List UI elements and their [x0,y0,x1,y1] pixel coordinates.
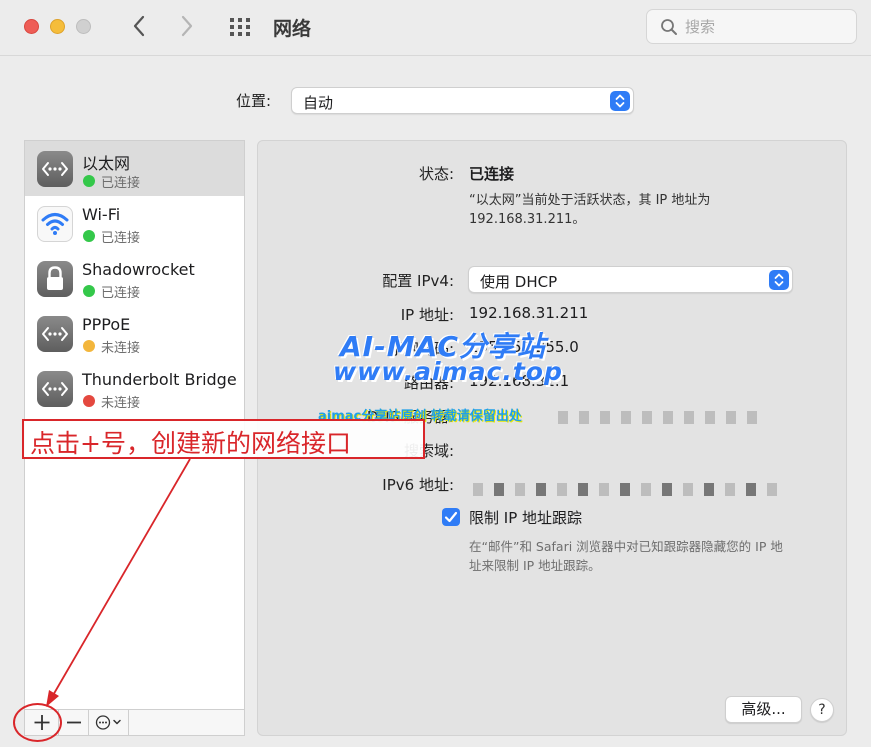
chevron-right-icon [181,15,193,37]
chevron-left-icon [133,15,145,37]
window-title: 网络 [273,18,312,40]
status-dot [83,340,95,352]
ipv6-address-label: IPv6 地址: [382,476,454,494]
service-item-thunderbolt-bridge[interactable]: Thunderbolt Bridge 未连接 [25,361,244,416]
status-dot [83,285,95,297]
advanced-button[interactable]: 高级... [725,696,802,723]
chevron-up-down-icon [774,273,784,287]
service-name: 以太网 [82,154,131,173]
close-window-button[interactable] [24,19,39,34]
service-name: PPPoE [82,315,131,334]
ethernet-icon [37,151,73,187]
service-name: Wi-Fi [82,205,121,224]
search-field[interactable] [646,9,857,44]
service-item-ethernet[interactable]: 以太网 已连接 [25,141,244,196]
status-dot [83,175,95,187]
configure-ipv4-label: 配置 IPv4: [382,272,454,290]
service-name: Thunderbolt Bridge [82,370,237,389]
service-item-wifi[interactable]: Wi-Fi 已连接 [25,196,244,251]
annotation-text: 点击+号，创建新的网络接口 [30,429,351,458]
location-value: 自动 [303,94,334,112]
location-stepper [610,91,630,111]
back-button[interactable] [127,12,153,40]
service-status: 已连接 [101,286,141,301]
help-button[interactable]: ? [810,698,834,722]
zoom-window-button[interactable] [76,19,91,34]
service-item-pppoe[interactable]: PPPoE 未连接 [25,306,244,361]
limit-ip-tracking-label: 限制 IP 地址跟踪 [469,509,583,527]
dns-server-redacted [558,409,768,424]
forward-button[interactable] [173,12,199,40]
status-dot [83,395,95,407]
show-all-button[interactable] [228,16,254,38]
action-menu-button[interactable] [89,710,129,735]
wifi-icon [37,206,73,242]
status-dot [83,230,95,242]
service-status: 未连接 [101,396,141,411]
search-input[interactable] [685,16,845,38]
service-item-shadowrocket[interactable]: Shadowrocket 已连接 [25,251,244,306]
service-status: 已连接 [101,231,141,246]
status-value: 已连接 [469,165,515,183]
grid-icon [230,18,250,36]
status-description: “以太网”当前处于活跃状态，其 IP 地址为 192.168.31.211。 [469,193,711,227]
service-status: 已连接 [101,176,141,191]
checkmark-icon [444,511,458,523]
watermark-url: www.aimac.top [333,357,563,386]
chevron-up-down-icon [615,94,625,108]
configure-ipv4-select[interactable]: 使用 DHCP [468,266,793,293]
service-status: 未连接 [101,341,141,356]
ip-address-value: 192.168.31.211 [469,304,589,322]
limit-ip-tracking-description: 在“邮件”和 Safari 浏览器中对已知跟踪器隐藏您的 IP 地 址来限制 I… [469,539,783,573]
location-label: 位置: [236,92,272,110]
limit-ip-tracking-checkbox[interactable] [442,508,460,526]
service-name: Shadowrocket [82,260,195,279]
ip-address-label: IP 地址: [400,306,454,324]
annotation-circle [13,703,62,742]
ethernet-icon [37,316,73,352]
search-icon [661,19,677,35]
title-bar: 网络 [0,0,871,56]
minimize-window-button[interactable] [50,19,65,34]
status-label: 状态: [418,165,454,183]
configure-ipv4-value: 使用 DHCP [480,273,558,291]
annotation-callout: 点击+号，创建新的网络接口 [22,419,425,459]
ipv4-stepper [769,270,789,290]
ethernet-icon [37,371,73,407]
minus-icon [67,721,81,724]
remove-service-button[interactable] [59,710,89,735]
ellipsis-circle-icon [95,715,121,730]
lock-icon [37,261,73,297]
ipv6-address-redacted [473,481,788,496]
location-select[interactable]: 自动 [291,87,634,114]
